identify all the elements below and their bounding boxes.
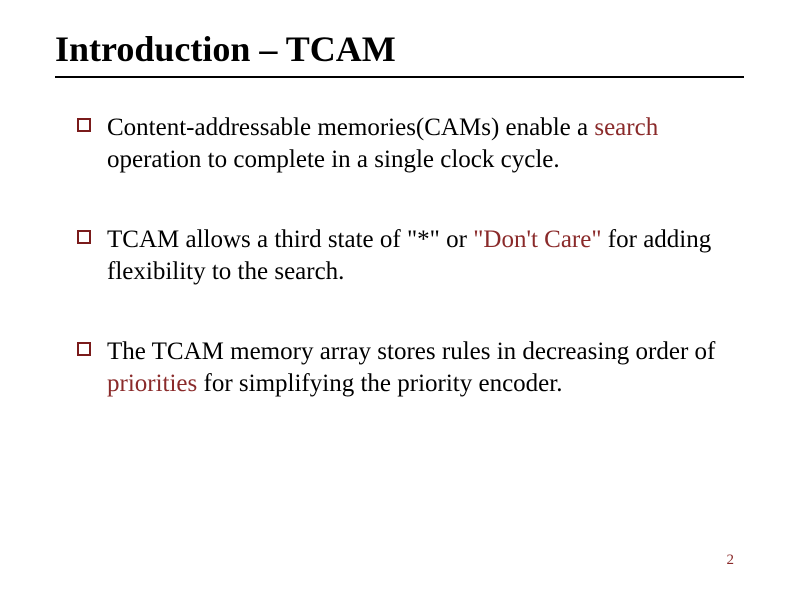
bullet-text-accent: search (594, 114, 658, 141)
bullet-text-post: for simplifying the priority encoder. (197, 370, 562, 397)
bullet-text-accent: priorities (107, 370, 197, 397)
square-bullet-icon (77, 342, 91, 356)
list-item: TCAM allows a third state of "*" or "Don… (77, 224, 744, 288)
slide-title: Introduction – TCAM (55, 28, 744, 78)
list-item: The TCAM memory array stores rules in de… (77, 336, 744, 400)
page-number: 2 (727, 552, 735, 569)
bullet-list: Content-addressable memories(CAMs) enabl… (55, 112, 744, 400)
bullet-text-accent: "Don't Care" (473, 226, 601, 253)
square-bullet-icon (77, 230, 91, 244)
square-bullet-icon (77, 118, 91, 132)
list-item: Content-addressable memories(CAMs) enabl… (77, 112, 744, 176)
bullet-text-post: operation to complete in a single clock … (107, 146, 560, 173)
bullet-text-pre: TCAM allows a third state of "*" or (107, 226, 473, 253)
bullet-text-pre: The TCAM memory array stores rules in de… (107, 338, 715, 365)
bullet-text-pre: Content-addressable memories(CAMs) enabl… (107, 114, 594, 141)
